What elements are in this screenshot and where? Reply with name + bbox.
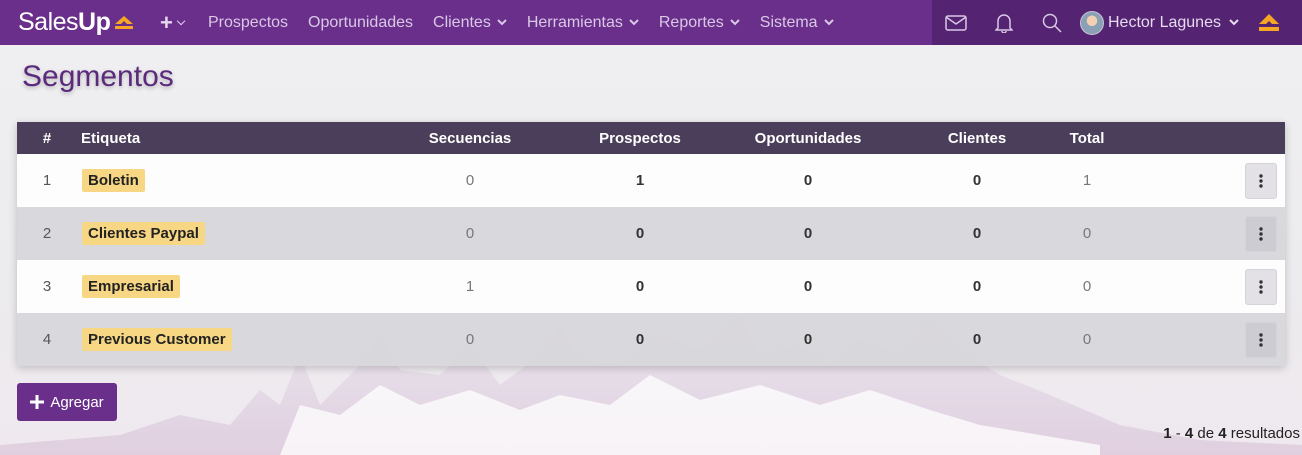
brand-arrow-icon [115, 15, 134, 29]
search-icon[interactable] [1028, 0, 1076, 45]
secuencias-count: 1 [465, 278, 475, 295]
total-count: 1 [1082, 172, 1092, 189]
pagination-summary: 1 - 4 de 4 resultados [1163, 425, 1300, 442]
nav-label: Prospectos [208, 13, 289, 31]
nav-herramientas[interactable]: Herramientas [527, 14, 639, 32]
nav-label: Reportes [658, 13, 724, 31]
prospectos-count[interactable]: 0 [590, 225, 690, 242]
nav-prospectos[interactable]: Prospectos [208, 14, 288, 32]
header-prospectos: Prospectos [599, 129, 681, 147]
row-number: 2 [42, 225, 52, 242]
table-row: 3 Empresarial 1 0 0 0 0 [17, 260, 1285, 313]
segment-tag[interactable]: Clientes Paypal [82, 222, 205, 245]
header-num: # [42, 129, 52, 147]
add-segment-button[interactable]: Agregar [17, 383, 117, 421]
clientes-count[interactable]: 0 [927, 331, 1027, 348]
secuencias-count: 0 [465, 331, 475, 348]
row-number: 3 [42, 278, 52, 295]
clientes-count[interactable]: 0 [927, 172, 1027, 189]
segment-tag[interactable]: Boletin [82, 169, 145, 192]
row-number: 4 [42, 331, 52, 348]
tag-label: Boletin [82, 169, 145, 192]
clientes-count[interactable]: 0 [927, 278, 1027, 295]
results-from: 1 [1163, 425, 1172, 442]
results-sep: - [1175, 425, 1181, 442]
plus-icon [30, 395, 45, 409]
clientes-count[interactable]: 0 [927, 225, 1027, 242]
table-row: 1 Boletin 0 1 0 0 1 [17, 154, 1285, 207]
chevron-down-icon [629, 19, 639, 26]
brand-text-part1: Sales [18, 8, 79, 36]
more-vertical-icon [1259, 173, 1263, 188]
header-secuencias: Secuencias [428, 129, 512, 147]
row-actions-button[interactable] [1245, 268, 1277, 305]
avatar [1080, 10, 1104, 35]
oportunidades-count[interactable]: 0 [748, 278, 868, 295]
row-actions-button[interactable] [1245, 162, 1277, 199]
quick-add-menu[interactable]: + ⌵ [160, 10, 208, 36]
user-name: Hector Lagunes [1108, 13, 1221, 31]
prospectos-count[interactable]: 0 [590, 331, 690, 348]
results-total: 4 [1218, 425, 1227, 442]
secuencias-count: 0 [465, 225, 475, 242]
chevron-down-icon [823, 19, 834, 26]
more-vertical-icon [1259, 279, 1263, 294]
nav-oportunidades[interactable]: Oportunidades [308, 14, 413, 32]
chevron-down-icon [730, 19, 740, 26]
table-row: 2 Clientes Paypal 0 0 0 0 0 [17, 207, 1285, 260]
nav-label: Clientes [433, 13, 491, 31]
user-menu[interactable]: Hector Lagunes [1080, 10, 1239, 35]
bell-icon[interactable] [980, 0, 1028, 45]
top-navbar: Sales Up + ⌵ Prospectos Oportunidades Cli… [0, 0, 1302, 45]
header-clientes: Clientes [947, 129, 1007, 147]
oportunidades-count[interactable]: 0 [748, 172, 868, 189]
segment-tag[interactable]: Previous Customer [82, 328, 232, 351]
row-actions-button[interactable] [1245, 321, 1277, 358]
chevron-down-icon [1229, 19, 1239, 26]
results-to: 4 [1184, 425, 1194, 442]
segments-table: # Etiqueta Secuencias Prospectos Oportun… [17, 122, 1285, 366]
tag-label: Clientes Paypal [82, 222, 205, 245]
salesup-logo[interactable]: Sales Up [0, 8, 160, 37]
nav-label: Oportunidades [308, 13, 414, 31]
total-count: 0 [1082, 278, 1092, 295]
results-suffix: resultados [1230, 425, 1300, 442]
nav-clientes[interactable]: Clientes [433, 14, 507, 32]
plus-icon: + [160, 9, 173, 35]
header-label: Etiqueta [81, 129, 141, 147]
header-total: Total [1069, 129, 1105, 147]
table-header: # Etiqueta Secuencias Prospectos Oportun… [17, 122, 1285, 154]
prospectos-count[interactable]: 1 [590, 172, 690, 189]
nav-reportes[interactable]: Reportes [659, 14, 740, 32]
nav-label: Sistema [759, 13, 818, 31]
header-oportunidades: Oportunidades [754, 129, 862, 147]
total-count: 0 [1082, 331, 1092, 348]
oportunidades-count[interactable]: 0 [748, 225, 868, 242]
salesup-arrow-icon[interactable] [1257, 12, 1281, 34]
oportunidades-count[interactable]: 0 [748, 331, 868, 348]
page-title: Segmentos [22, 60, 174, 93]
row-number: 1 [42, 172, 52, 189]
total-count: 0 [1082, 225, 1092, 242]
chevron-down-icon [497, 19, 507, 26]
brand-text-part2: Up [78, 8, 111, 36]
mail-icon[interactable] [932, 0, 980, 45]
nav-sistema[interactable]: Sistema [760, 14, 834, 32]
table-row: 4 Previous Customer 0 0 0 0 0 [17, 313, 1285, 366]
tag-label: Empresarial [82, 275, 180, 298]
row-actions-button[interactable] [1245, 215, 1277, 252]
tag-label: Previous Customer [82, 328, 232, 351]
prospectos-count[interactable]: 0 [590, 278, 690, 295]
chevron-down-icon: ⌵ [176, 16, 186, 28]
navbar-right-section: Hector Lagunes [932, 0, 1302, 45]
more-vertical-icon [1259, 332, 1263, 347]
add-label: Agregar [50, 393, 104, 411]
nav-label: Herramientas [526, 13, 623, 31]
results-of: de [1197, 425, 1215, 442]
more-vertical-icon [1259, 226, 1263, 241]
segment-tag[interactable]: Empresarial [82, 275, 180, 298]
secuencias-count: 0 [465, 172, 475, 189]
